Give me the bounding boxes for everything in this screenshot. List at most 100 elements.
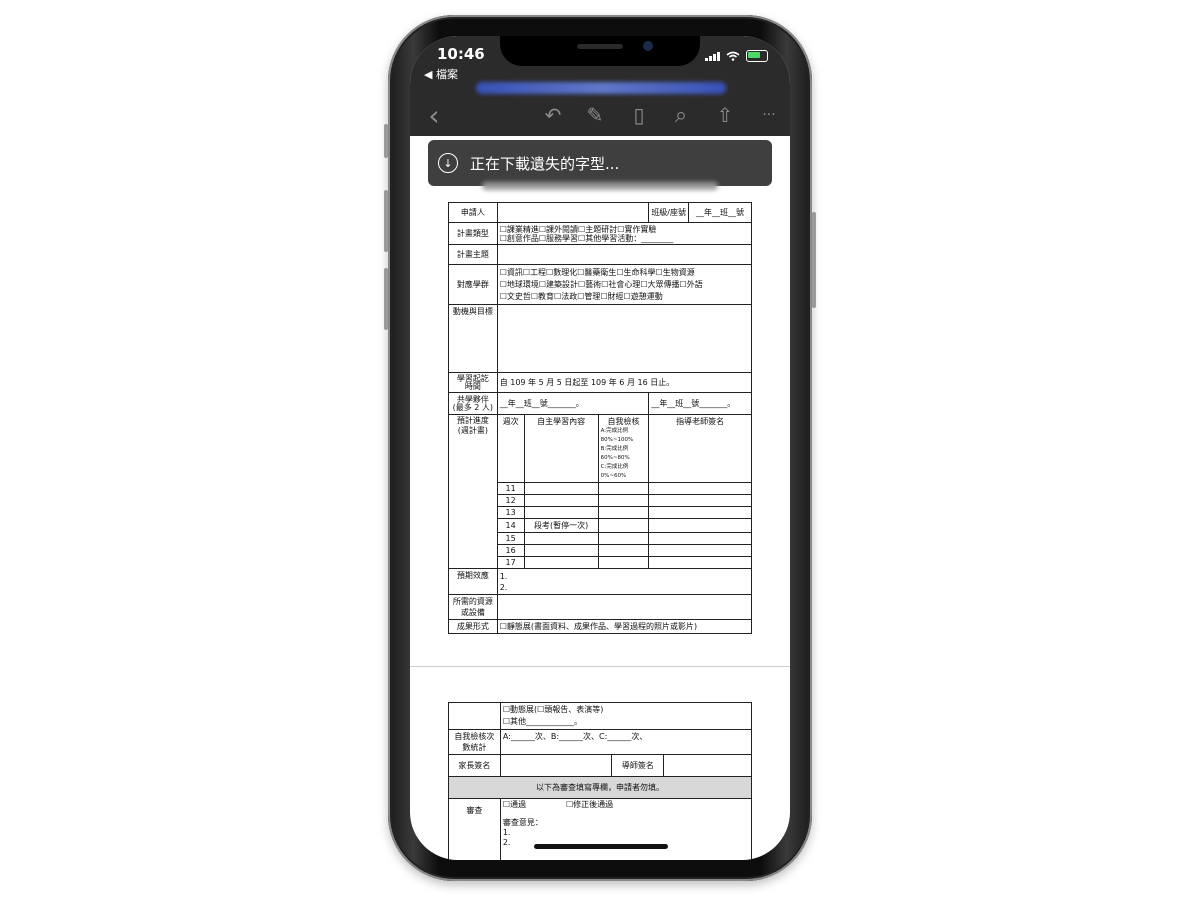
partner-2-field[interactable]: __年__班__號_______。 <box>648 392 752 415</box>
speaker <box>577 44 623 49</box>
group-options[interactable]: ☐資訊☐工程☐數理化☐醫藥衛生☐生命科學☐生物資源 ☐地球環境☐建築設計☐藝術☐… <box>496 264 753 305</box>
plan-topic-label: 計畫主題 <box>448 244 498 265</box>
week-cell: 17 <box>496 556 525 569</box>
effect-item-2: 2. <box>499 582 508 592</box>
class-seat-field[interactable]: __年__班__號 <box>688 202 752 223</box>
progress-label-2: (週計畫) <box>457 426 488 435</box>
content-column-header: 自主學習內容 <box>523 414 599 483</box>
content-cell[interactable] <box>523 482 599 495</box>
check-cell[interactable] <box>597 506 650 519</box>
sign-cell[interactable] <box>648 532 752 545</box>
resources-label-2: 或設備 <box>460 608 485 617</box>
document-header-blurred <box>482 182 718 190</box>
pen-icon[interactable]: ✎ <box>582 98 608 132</box>
self-check-field[interactable]: A:______次、B:______次、C:______次、 <box>499 729 753 755</box>
review-form-table: ☐動態展(☐頭報告、表演等) ☐其他____________。 自我檢核次 數統… <box>448 702 753 860</box>
review-note: 以下為審查填寫專欄，申請者勿填。 <box>448 776 752 799</box>
motive-field[interactable] <box>496 304 753 373</box>
share-icon[interactable]: ⇧ <box>712 98 738 132</box>
result-dynamic-option: ☐動態展(☐頭報告、表演等) <box>502 705 604 714</box>
plan-topic-field[interactable] <box>496 244 753 265</box>
screen: 10:46 ◀ 檔案 ‹ ↶ ✎ ▯ ⌕ ⇧ ··· 申請人 班級/座號 __年… <box>410 36 790 860</box>
toolbar: ‹ ↶ ✎ ▯ ⌕ ⇧ ··· <box>410 98 790 132</box>
plan-type-options[interactable]: ☐課業精進☐課外閱讀☐主題研討☐實作實驗 ☐創意作品☐服務學習☐其他學習活動：_… <box>496 222 753 245</box>
period-value[interactable]: 自 109 年 5 月 5 日起至 109 年 6 月 16 日止。 <box>496 372 753 393</box>
partner-1-field[interactable]: __年__班__號_______。 <box>496 392 650 415</box>
pass-option[interactable]: ☐通過 <box>503 800 526 810</box>
camera <box>643 41 653 51</box>
page-separator <box>410 666 790 667</box>
review-label: 審查 <box>448 798 501 860</box>
document-title-blurred <box>476 82 726 94</box>
volume-up-button <box>384 190 388 252</box>
plan-type-line-1: ☐課業精進☐課外閱讀☐主題研討☐實作實驗 <box>499 224 657 234</box>
home-indicator[interactable] <box>534 844 668 849</box>
self-check-label-2: 數統計 <box>462 743 487 752</box>
period-label-2: 時間 <box>464 381 481 391</box>
sign-cell[interactable] <box>648 544 752 557</box>
search-icon[interactable]: ⌕ <box>668 98 694 132</box>
undo-icon[interactable]: ↶ <box>540 98 566 132</box>
result-other-options[interactable]: ☐動態展(☐頭報告、表演等) ☐其他____________。 <box>499 702 753 730</box>
battery-icon <box>746 50 768 62</box>
week-column-header: 週次 <box>496 414 525 483</box>
sign-cell[interactable] <box>648 482 752 495</box>
parent-sign-label: 家長簽名 <box>448 754 501 777</box>
content-cell[interactable] <box>523 532 599 545</box>
period-label: 學習起訖 時間 <box>448 372 498 393</box>
phone-view-icon[interactable]: ▯ <box>626 98 652 132</box>
tutor-sign-field[interactable] <box>663 754 752 777</box>
applicant-label: 申請人 <box>448 202 498 223</box>
effect-field[interactable]: 1. 2. <box>496 568 753 595</box>
check-criterion-c: C:完成比例 0%~60% <box>600 464 629 479</box>
sign-cell[interactable] <box>648 494 752 507</box>
sign-cell[interactable] <box>648 506 752 519</box>
content-cell-exam[interactable]: 段考(暫停一次) <box>523 518 599 533</box>
group-label: 對應學群 <box>448 264 498 305</box>
applicant-field[interactable] <box>496 202 650 223</box>
result-other-option: ☐其他____________。 <box>502 717 582 726</box>
mute-switch <box>384 124 388 158</box>
effect-item-1: 1. <box>499 571 508 581</box>
top-bar: 10:46 ◀ 檔案 ‹ ↶ ✎ ▯ ⌕ ⇧ ··· <box>410 36 790 136</box>
check-cell[interactable] <box>597 532 650 545</box>
back-chevron-icon[interactable]: ‹ <box>422 98 446 132</box>
sign-column-header: 指導老師簽名 <box>648 414 752 483</box>
resources-label-1: 所需的資源 <box>452 597 493 606</box>
status-icons <box>705 50 768 62</box>
sign-cell[interactable] <box>648 556 752 569</box>
cellular-signal-icon <box>705 51 720 61</box>
review-field[interactable]: ☐通過 ☐修正後通過 審查意見： 1. 2. <box>499 798 753 860</box>
check-cell[interactable] <box>597 556 650 569</box>
result-static-option[interactable]: ☐靜態展(書面資料、成果作品、學習過程的照片或影片) <box>496 619 753 634</box>
application-form-table: 申請人 班級/座號 __年__班__號 計畫類型 ☐課業精進☐課外閱讀☐主題研討… <box>448 202 753 634</box>
power-button <box>812 212 816 308</box>
self-check-label-1: 自我檢核次 <box>454 732 495 741</box>
pass-after-fix-option[interactable]: ☐修正後通過 <box>566 800 613 810</box>
check-cell[interactable] <box>597 482 650 495</box>
content-cell[interactable] <box>523 556 599 569</box>
group-line-3: ☐文史哲☐教育☐法政☐管理☐財經☐遊憩運動 <box>499 291 663 301</box>
partner-label-2: (最多 2 人) <box>452 402 494 412</box>
content-cell[interactable] <box>523 544 599 557</box>
check-cell[interactable] <box>597 544 650 557</box>
sign-cell[interactable] <box>648 518 752 533</box>
group-line-2: ☐地球環境☐建築設計☐藝術☐社會心理☐大眾傳播☐外語 <box>499 279 703 289</box>
content-cell[interactable] <box>523 494 599 507</box>
back-to-files-link[interactable]: ◀ 檔案 <box>424 66 458 82</box>
self-check-label: 自我檢核次 數統計 <box>448 729 501 755</box>
check-cell[interactable] <box>597 518 650 533</box>
parent-sign-field[interactable] <box>499 754 613 777</box>
check-criterion-a: A:完成比例 80%~100% <box>600 428 634 443</box>
content-cell[interactable] <box>523 506 599 519</box>
check-cell[interactable] <box>597 494 650 507</box>
progress-label-1: 預計進度 <box>456 416 489 425</box>
resources-field[interactable] <box>496 594 753 620</box>
more-icon[interactable]: ··· <box>754 98 784 132</box>
result-form-label: 成果形式 <box>448 619 498 634</box>
review-opinion-label: 審查意見： <box>502 818 543 827</box>
plan-type-line-2: ☐創意作品☐服務學習☐其他學習活動：________ <box>499 233 674 243</box>
toast-text: 正在下載遺失的字型... <box>470 154 620 173</box>
week-cell: 15 <box>496 532 525 545</box>
status-time: 10:46 <box>437 45 485 63</box>
